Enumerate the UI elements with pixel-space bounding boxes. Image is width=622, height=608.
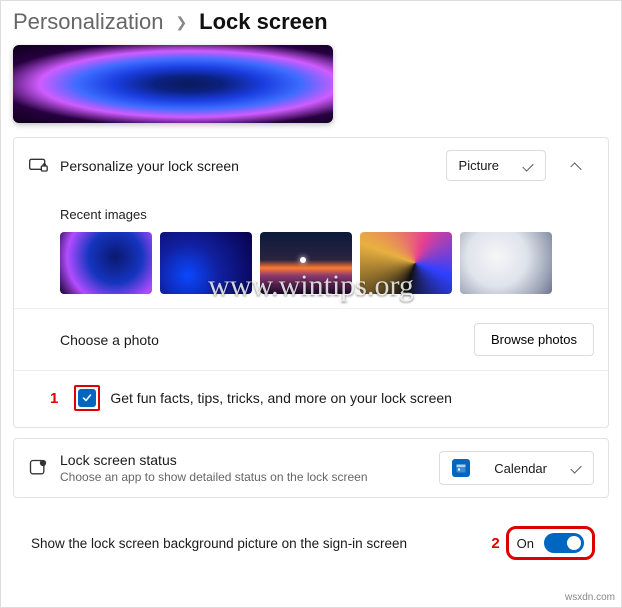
monitor-lock-icon — [28, 156, 48, 176]
annotation-marker-1: 1 — [44, 390, 64, 407]
status-text: Lock screen status Choose an app to show… — [60, 452, 427, 484]
personalize-header-row: Personalize your lock screen Picture — [14, 138, 608, 193]
choose-photo-label: Choose a photo — [60, 332, 474, 348]
signin-background-row: Show the lock screen background picture … — [13, 508, 609, 578]
collapse-button[interactable] — [558, 161, 594, 171]
recent-images-panel: Recent images — [14, 193, 608, 308]
fun-facts-checkbox[interactable] — [78, 389, 96, 407]
dropdown-value: Calendar — [494, 461, 547, 476]
signin-background-toggle[interactable] — [544, 533, 584, 553]
recent-image-thumb[interactable] — [160, 232, 252, 294]
signin-background-label: Show the lock screen background picture … — [31, 536, 485, 551]
check-icon — [81, 392, 93, 404]
annotation-highlight-box — [74, 385, 100, 411]
breadcrumb-parent[interactable]: Personalization — [13, 9, 163, 35]
status-app-dropdown[interactable]: Calendar — [439, 451, 594, 485]
personalize-source-dropdown[interactable]: Picture — [446, 150, 546, 181]
breadcrumb-current: Lock screen — [199, 9, 327, 35]
credit-text: wsxdn.com — [565, 592, 615, 603]
recent-image-thumb[interactable] — [460, 232, 552, 294]
annotation-marker-2: 2 — [485, 535, 505, 552]
lockscreen-preview-image — [13, 45, 333, 123]
breadcrumb: Personalization ❯ Lock screen — [1, 1, 621, 45]
calendar-icon — [452, 459, 470, 477]
chevron-down-icon — [522, 160, 533, 171]
recent-images-list — [60, 232, 594, 294]
chevron-right-icon: ❯ — [175, 14, 187, 31]
fun-facts-label: Get fun facts, tips, tricks, and more on… — [110, 390, 452, 406]
recent-image-thumb[interactable] — [260, 232, 352, 294]
status-row: Lock screen status Choose an app to show… — [14, 439, 608, 497]
app-status-icon — [28, 458, 48, 478]
recent-image-thumb[interactable] — [60, 232, 152, 294]
personalize-label: Personalize your lock screen — [60, 158, 434, 174]
fun-facts-row: 1 Get fun facts, tips, tricks, and more … — [14, 370, 608, 427]
annotation-highlight-box: On — [506, 526, 595, 560]
toggle-state-label: On — [517, 536, 534, 551]
chevron-up-icon — [570, 162, 581, 173]
browse-photos-button[interactable]: Browse photos — [474, 323, 594, 356]
chevron-down-icon — [570, 462, 581, 473]
status-subtitle: Choose an app to show detailed status on… — [60, 470, 427, 484]
dropdown-value: Picture — [459, 158, 499, 173]
recent-image-thumb[interactable] — [360, 232, 452, 294]
personalize-card: Personalize your lock screen Picture Rec… — [13, 137, 609, 428]
lockscreen-status-card: Lock screen status Choose an app to show… — [13, 438, 609, 498]
choose-photo-row: Choose a photo Browse photos — [14, 308, 608, 370]
status-title: Lock screen status — [60, 452, 427, 468]
recent-images-label: Recent images — [60, 207, 594, 222]
